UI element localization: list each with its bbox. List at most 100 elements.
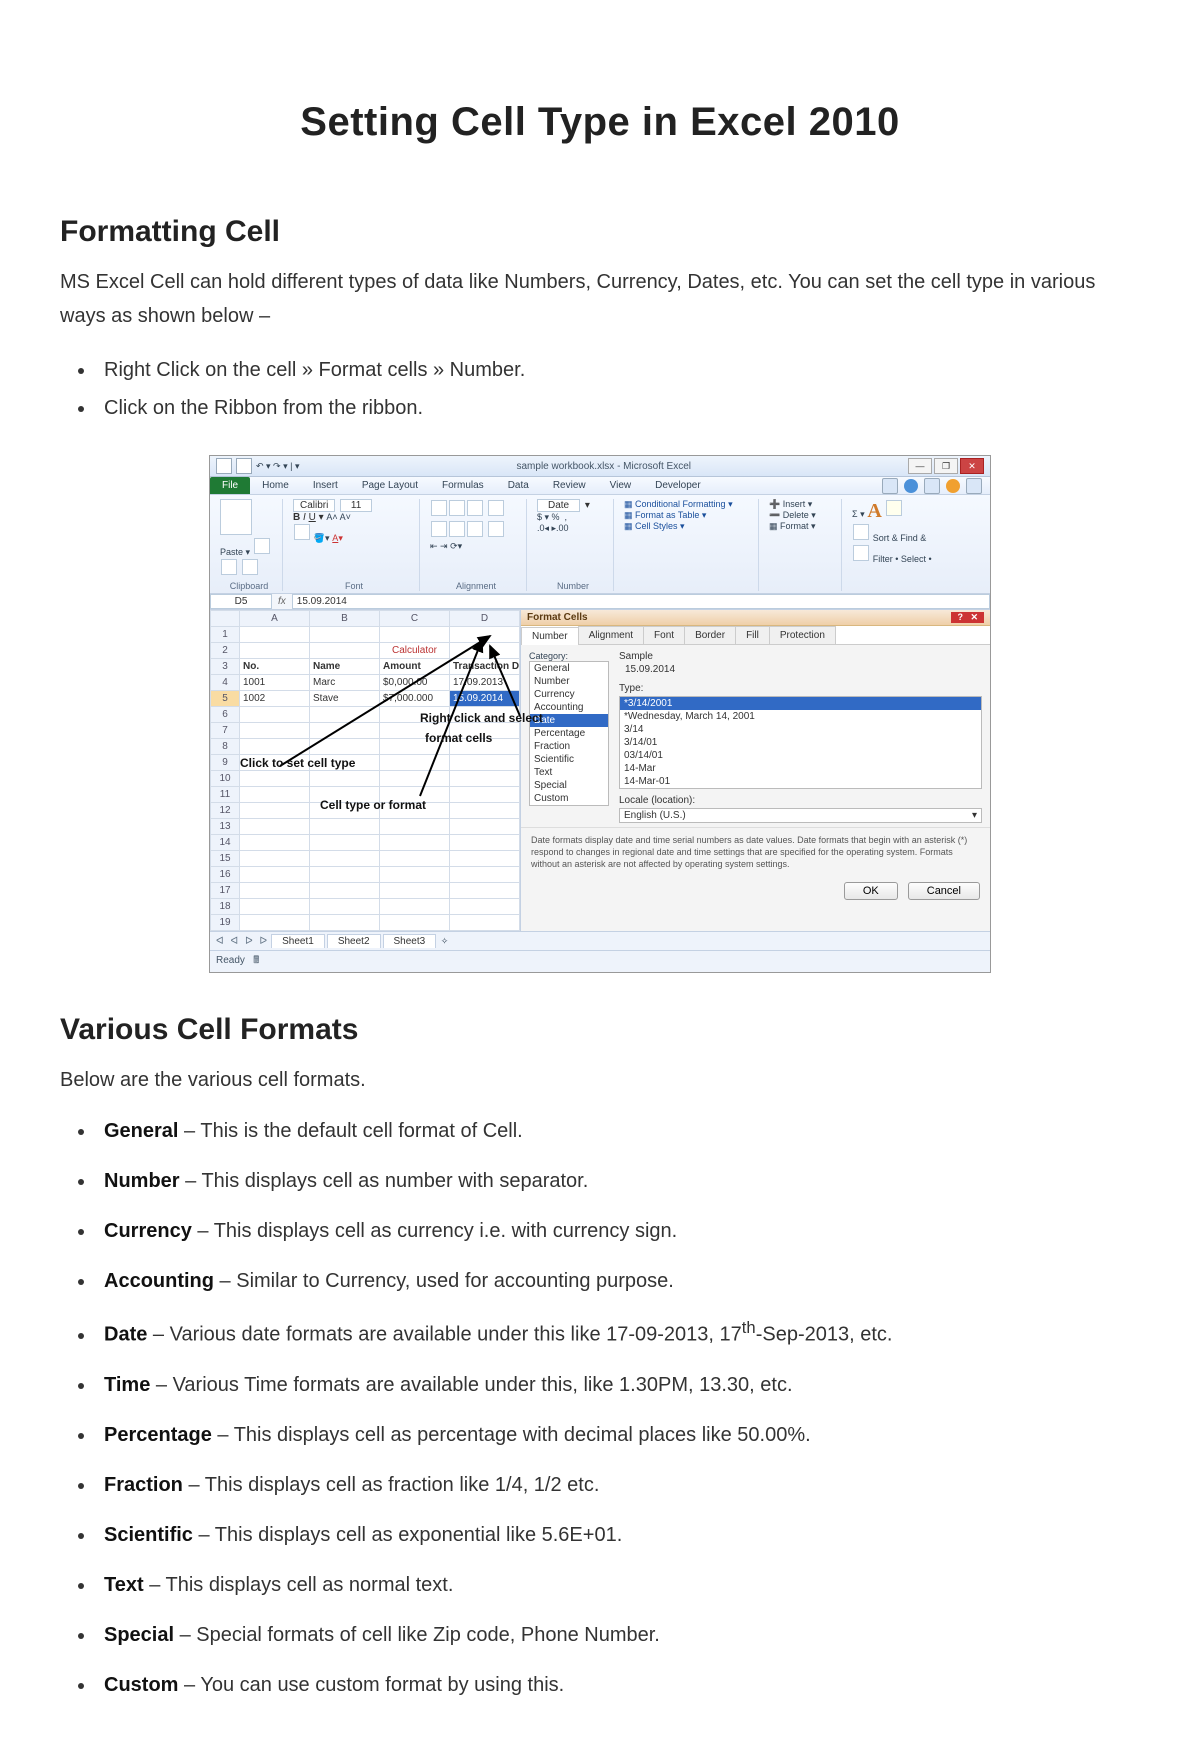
tab-file[interactable]: File — [210, 477, 250, 494]
dialog-tab-alignment[interactable]: Alignment — [578, 626, 644, 644]
sheet-tab[interactable]: Sheet3 — [383, 934, 437, 948]
merge-icon[interactable] — [488, 521, 504, 537]
sheet-nav-buttons[interactable]: ᐊ ᐊ ᐅ ᐅ — [216, 936, 269, 947]
cell[interactable]: Stave — [310, 691, 380, 707]
cell[interactable]: 1002 — [240, 691, 310, 707]
tab-review[interactable]: Review — [541, 477, 598, 494]
worksheet-grid[interactable]: A B C D 1 2Calculator 3 No. Name Amount … — [210, 610, 520, 931]
help-icon[interactable] — [904, 479, 918, 493]
fill-button[interactable] — [853, 524, 869, 540]
minimize-ribbon-icon[interactable] — [882, 478, 898, 494]
conditional-formatting-button[interactable]: ▦ Conditional Formatting ▾ — [624, 499, 752, 510]
category-list[interactable]: General Number Currency Accounting Date … — [529, 661, 609, 806]
col-header[interactable]: D — [450, 611, 520, 627]
tab-home[interactable]: Home — [250, 477, 301, 494]
type-item[interactable]: 03/14/01 — [620, 749, 981, 762]
tab-formulas[interactable]: Formulas — [430, 477, 496, 494]
category-item-selected[interactable]: Date — [530, 714, 608, 727]
dialog-tab-font[interactable]: Font — [643, 626, 685, 644]
type-item[interactable]: 14-Mar — [620, 762, 981, 775]
cell[interactable]: Marc — [310, 675, 380, 691]
cell-selected[interactable]: 15.09.2014 — [450, 691, 520, 707]
font-color-button[interactable]: A▾ — [332, 533, 343, 543]
clear-button[interactable] — [853, 545, 869, 561]
number-format-select[interactable]: Date — [537, 499, 580, 512]
sort-filter-icon[interactable]: A — [867, 500, 881, 522]
align-icon[interactable] — [449, 500, 465, 516]
paste-button[interactable] — [220, 499, 252, 535]
formula-input[interactable]: 15.09.2014 — [292, 594, 990, 609]
restore-button[interactable]: ❐ — [934, 458, 958, 474]
category-item[interactable]: Fraction — [530, 740, 608, 753]
save-icon[interactable] — [236, 458, 252, 474]
minimize-button[interactable]: — — [908, 458, 932, 474]
bold-button[interactable]: B — [293, 512, 300, 523]
type-item[interactable]: *Wednesday, March 14, 2001 — [620, 710, 981, 723]
currency-percent-comma[interactable]: $ ▾ % , — [537, 512, 567, 522]
dialog-close-button[interactable]: ? ✕ — [951, 612, 984, 623]
name-box[interactable]: D5 — [210, 594, 272, 609]
fill-color-button[interactable]: 🪣▾ — [314, 533, 330, 543]
category-item[interactable]: Custom — [530, 792, 608, 805]
cell[interactable]: $7,000.000 — [380, 691, 450, 707]
undo-redo[interactable]: ↶ ▾ ↷ ▾ | ▾ — [256, 461, 299, 472]
type-item[interactable]: 3/14/01 — [620, 736, 981, 749]
category-item[interactable]: Number — [530, 675, 608, 688]
align-icon[interactable] — [449, 521, 465, 537]
category-item[interactable]: Scientific — [530, 753, 608, 766]
cell[interactable]: $0,000.00 — [380, 675, 450, 691]
window-restore-icon[interactable] — [946, 479, 960, 493]
category-item[interactable]: Currency — [530, 688, 608, 701]
insert-cells-button[interactable]: ➕ Insert ▾ — [769, 499, 835, 510]
col-header[interactable]: B — [310, 611, 380, 627]
dialog-tab-fill[interactable]: Fill — [735, 626, 770, 644]
col-header[interactable]: C — [380, 611, 450, 627]
copy-icon[interactable] — [221, 559, 237, 575]
align-icon[interactable] — [467, 521, 483, 537]
align-icon[interactable] — [467, 500, 483, 516]
close-button[interactable]: ✕ — [960, 458, 984, 474]
type-item[interactable]: 3/14 — [620, 723, 981, 736]
cell-styles-button[interactable]: ▦ Cell Styles ▾ — [624, 521, 752, 532]
format-cells-button[interactable]: ▦ Format ▾ — [769, 521, 835, 532]
cell[interactable]: 17.09.2013 — [450, 675, 520, 691]
indent-buttons[interactable]: ⇤ ⇥ ⟳▾ — [430, 541, 462, 551]
cut-icon[interactable] — [254, 538, 270, 554]
ok-button[interactable]: OK — [844, 882, 898, 900]
tab-developer[interactable]: Developer — [643, 477, 713, 494]
tab-view[interactable]: View — [598, 477, 644, 494]
cancel-button[interactable]: Cancel — [908, 882, 980, 900]
autosum-button[interactable]: Σ ▾ — [852, 509, 865, 519]
delete-cells-button[interactable]: ➖ Delete ▾ — [769, 510, 835, 521]
format-as-table-button[interactable]: ▦ Format as Table ▾ — [624, 510, 752, 521]
dialog-tab-border[interactable]: Border — [684, 626, 736, 644]
cell[interactable]: 1001 — [240, 675, 310, 691]
align-icon[interactable] — [431, 521, 447, 537]
font-name-select[interactable]: Calibri — [293, 499, 335, 512]
find-select-icon[interactable] — [886, 500, 902, 516]
dialog-tab-number[interactable]: Number — [521, 627, 579, 645]
corner-cell[interactable] — [211, 611, 240, 627]
tab-data[interactable]: Data — [496, 477, 541, 494]
font-grow-shrink[interactable]: A˄ A˅ — [326, 512, 351, 522]
sheet-tab[interactable]: Sheet2 — [327, 934, 381, 948]
type-item[interactable]: 14-Mar-01 — [620, 775, 981, 788]
decimal-buttons[interactable]: .0◂ ▸.00 — [537, 523, 569, 533]
border-button[interactable] — [294, 524, 310, 540]
category-item[interactable]: Text — [530, 766, 608, 779]
align-icon[interactable] — [431, 500, 447, 516]
wrap-text-icon[interactable] — [488, 500, 504, 516]
category-item[interactable]: Percentage — [530, 727, 608, 740]
format-painter-icon[interactable] — [242, 559, 258, 575]
new-sheet-button[interactable]: ✧ — [438, 936, 448, 947]
col-header[interactable]: A — [240, 611, 310, 627]
underline-button[interactable]: U — [309, 512, 316, 523]
tab-page-layout[interactable]: Page Layout — [350, 477, 430, 494]
dialog-tab-protection[interactable]: Protection — [769, 626, 836, 644]
sheet-tab[interactable]: Sheet1 — [271, 934, 325, 948]
type-item-selected[interactable]: *3/14/2001 — [620, 697, 981, 710]
category-item[interactable]: Special — [530, 779, 608, 792]
type-list[interactable]: *3/14/2001 *Wednesday, March 14, 2001 3/… — [619, 696, 982, 789]
tab-insert[interactable]: Insert — [301, 477, 350, 494]
font-size-select[interactable]: 11 — [340, 499, 372, 512]
